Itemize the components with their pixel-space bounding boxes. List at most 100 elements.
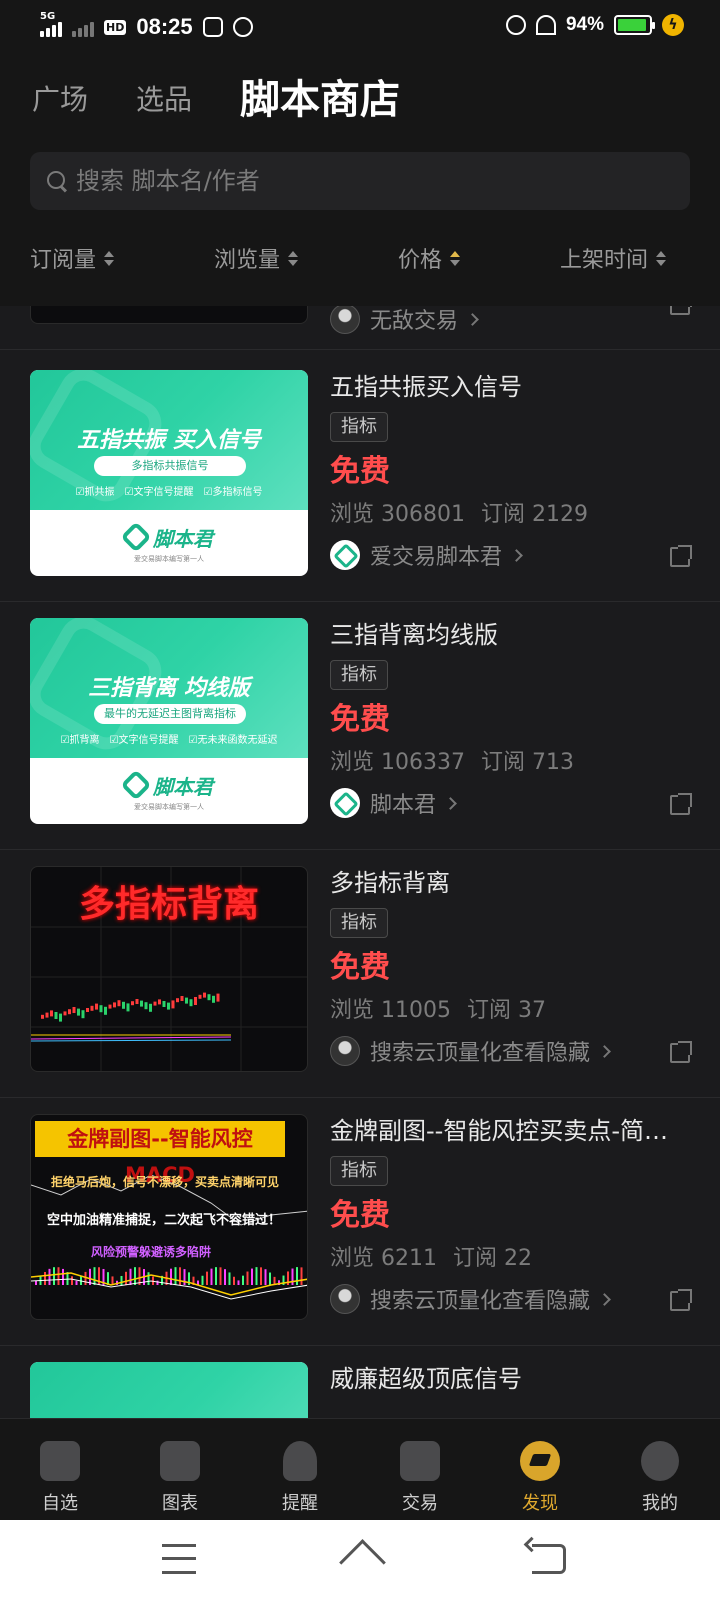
author-name: 搜索云顶量化查看隐藏 bbox=[370, 1289, 591, 1314]
share-icon[interactable] bbox=[670, 793, 692, 815]
nav-label: 交易 bbox=[402, 1493, 438, 1514]
view-count: 浏览 306801 bbox=[330, 502, 465, 527]
brand-logo: 脚本君 bbox=[120, 521, 213, 553]
share-icon[interactable] bbox=[670, 545, 692, 567]
macd-bar bbox=[296, 1267, 298, 1285]
script-title[interactable]: 多指标背离 bbox=[330, 866, 700, 900]
price: 免费 bbox=[330, 950, 390, 985]
avatar bbox=[330, 306, 360, 334]
candle bbox=[108, 1004, 112, 1009]
sort-arrows-icon bbox=[104, 250, 115, 266]
candle bbox=[149, 1003, 152, 1012]
subscribe-count: 订阅 22 bbox=[452, 1246, 532, 1271]
macd-bar bbox=[242, 1275, 244, 1285]
tab-script-store[interactable]: 脚本商店 bbox=[240, 76, 400, 124]
price: 免费 bbox=[330, 1198, 390, 1233]
nav-discover[interactable]: 发现 bbox=[480, 1419, 600, 1520]
candle bbox=[68, 1009, 71, 1015]
list-item[interactable]: 无敌交易 bbox=[0, 306, 720, 350]
macd-bar bbox=[219, 1267, 222, 1285]
sort-label: 价格 bbox=[398, 248, 443, 273]
search-bar[interactable] bbox=[30, 152, 690, 210]
script-title[interactable]: 威廉超级顶底信号 bbox=[330, 1362, 700, 1396]
item-info: 五指共振买入信号 指标 免费 浏览 306801 订阅 2129 爱交易脚本君 bbox=[330, 370, 700, 572]
avatar bbox=[330, 540, 360, 570]
app-notification-icon bbox=[232, 17, 253, 37]
nav-watchlist[interactable]: 自选 bbox=[0, 1419, 120, 1520]
candle bbox=[81, 1010, 85, 1019]
script-title[interactable]: 五指共振买入信号 bbox=[330, 370, 700, 404]
battery-percent: 94% bbox=[565, 14, 604, 35]
script-thumbnail[interactable] bbox=[30, 1362, 308, 1418]
list-item[interactable]: 多指标背离 多指标背离 指标 免费 浏览 11005 订阅 37 搜索云顶量化查看… bbox=[0, 844, 720, 1098]
script-thumbnail[interactable] bbox=[30, 306, 308, 324]
list-item[interactable]: 金牌副图--智能风控MACD 拒绝马后炮，信号不漂移，买卖点清晰可见 空中加油精… bbox=[0, 1092, 720, 1346]
author-link[interactable]: 脚本君 bbox=[330, 786, 700, 820]
category-tag: 指标 bbox=[330, 908, 388, 938]
avatar bbox=[330, 1284, 360, 1314]
chart-icon bbox=[160, 1441, 200, 1481]
macd-bar bbox=[269, 1272, 271, 1285]
tab-selection[interactable]: 选品 bbox=[136, 76, 192, 124]
nav-trade[interactable]: 交易 bbox=[360, 1419, 480, 1520]
sort-subscriptions[interactable]: 订阅量 bbox=[30, 242, 115, 274]
sort-label: 上架时间 bbox=[560, 248, 649, 273]
candle bbox=[162, 1001, 166, 1007]
macd-bar bbox=[93, 1267, 96, 1285]
script-title[interactable]: 三指背离均线版 bbox=[330, 618, 700, 652]
sort-arrows-icon bbox=[288, 250, 299, 266]
category-tag: 指标 bbox=[330, 1156, 388, 1186]
candle bbox=[45, 1012, 49, 1018]
system-home-icon[interactable] bbox=[338, 1544, 384, 1574]
discover-icon bbox=[520, 1441, 560, 1481]
nav-profile[interactable]: 我的 bbox=[600, 1419, 720, 1520]
thumb-title: 五指共振 买入信号 bbox=[77, 428, 261, 453]
recent-apps-icon[interactable] bbox=[162, 1544, 196, 1574]
script-thumbnail[interactable]: 多指标背离 bbox=[30, 866, 308, 1072]
view-count: 浏览 106337 bbox=[330, 750, 465, 775]
share-icon[interactable] bbox=[670, 1289, 692, 1311]
author-link[interactable]: 爱交易脚本君 bbox=[330, 538, 700, 572]
tab-square[interactable]: 广场 bbox=[32, 76, 88, 124]
list-item[interactable]: 威廉超级顶底信号 bbox=[0, 1340, 720, 1418]
share-icon[interactable] bbox=[670, 306, 692, 315]
wifi-icon bbox=[535, 15, 556, 35]
macd-bar bbox=[35, 1281, 37, 1285]
search-input[interactable] bbox=[76, 167, 656, 195]
home-icon bbox=[40, 1441, 80, 1481]
sort-price[interactable]: 价格 bbox=[398, 242, 461, 274]
candle bbox=[135, 999, 139, 1004]
script-thumbnail[interactable]: 三指背离 均线版 最牛的无延迟主图背离指标 ☑抓背离 ☑文字信号提醒 ☑无未来函… bbox=[30, 618, 308, 824]
author-name: 爱交易脚本君 bbox=[370, 545, 503, 570]
script-thumbnail[interactable]: 五指共振 买入信号 多指标共振信号 ☑抓共振 ☑文字信号提醒 ☑多指标信号 脚本… bbox=[30, 370, 308, 576]
list-item[interactable]: 五指共振 买入信号 多指标共振信号 ☑抓共振 ☑文字信号提醒 ☑多指标信号 脚本… bbox=[0, 348, 720, 602]
brand-name: 脚本君 bbox=[153, 526, 213, 551]
system-nav-bar bbox=[0, 1520, 720, 1605]
user-icon bbox=[641, 1441, 679, 1481]
script-thumbnail[interactable]: 金牌副图--智能风控MACD 拒绝马后炮，信号不漂移，买卖点清晰可见 空中加油精… bbox=[30, 1114, 308, 1320]
script-title[interactable]: 金牌副图--智能风控买卖点-简… bbox=[330, 1114, 700, 1148]
author-link[interactable]: 搜索云顶量化查看隐藏 bbox=[330, 1034, 700, 1068]
category-tag: 指标 bbox=[330, 412, 388, 442]
share-icon[interactable] bbox=[670, 1041, 692, 1063]
back-icon[interactable] bbox=[532, 1544, 566, 1574]
script-list[interactable]: 无敌交易 五指共振 买入信号 多指标共振信号 ☑抓共振 ☑文字信号提醒 ☑多指标… bbox=[0, 306, 720, 1418]
nav-chart[interactable]: 图表 bbox=[120, 1419, 240, 1520]
candle bbox=[122, 1001, 125, 1009]
candle bbox=[153, 1001, 157, 1006]
thumb-text-1: 拒绝马后炮，信号不漂移，买卖点清晰可见 bbox=[51, 1175, 280, 1189]
signal-5g-icon: 5G bbox=[40, 11, 62, 37]
author-link[interactable]: 无敌交易 bbox=[330, 306, 700, 336]
thumb-brand-area: 脚本君 爱交易脚本编写第一人 bbox=[30, 758, 308, 824]
candle bbox=[216, 993, 220, 1002]
stats: 浏览 106337 订阅 713 bbox=[330, 746, 700, 780]
nav-alerts[interactable]: 提醒 bbox=[240, 1419, 360, 1520]
sort-listed-time[interactable]: 上架时间 bbox=[560, 242, 667, 274]
author-link[interactable]: 搜索云顶量化查看隐藏 bbox=[330, 1282, 700, 1316]
chevron-right-icon bbox=[598, 1292, 611, 1306]
sort-views[interactable]: 浏览量 bbox=[214, 242, 299, 274]
list-item[interactable]: 三指背离 均线版 最牛的无延迟主图背离指标 ☑抓背离 ☑文字信号提醒 ☑无未来函… bbox=[0, 596, 720, 850]
chevron-right-icon bbox=[444, 796, 457, 810]
candle bbox=[77, 1008, 80, 1016]
candle bbox=[90, 1005, 94, 1011]
